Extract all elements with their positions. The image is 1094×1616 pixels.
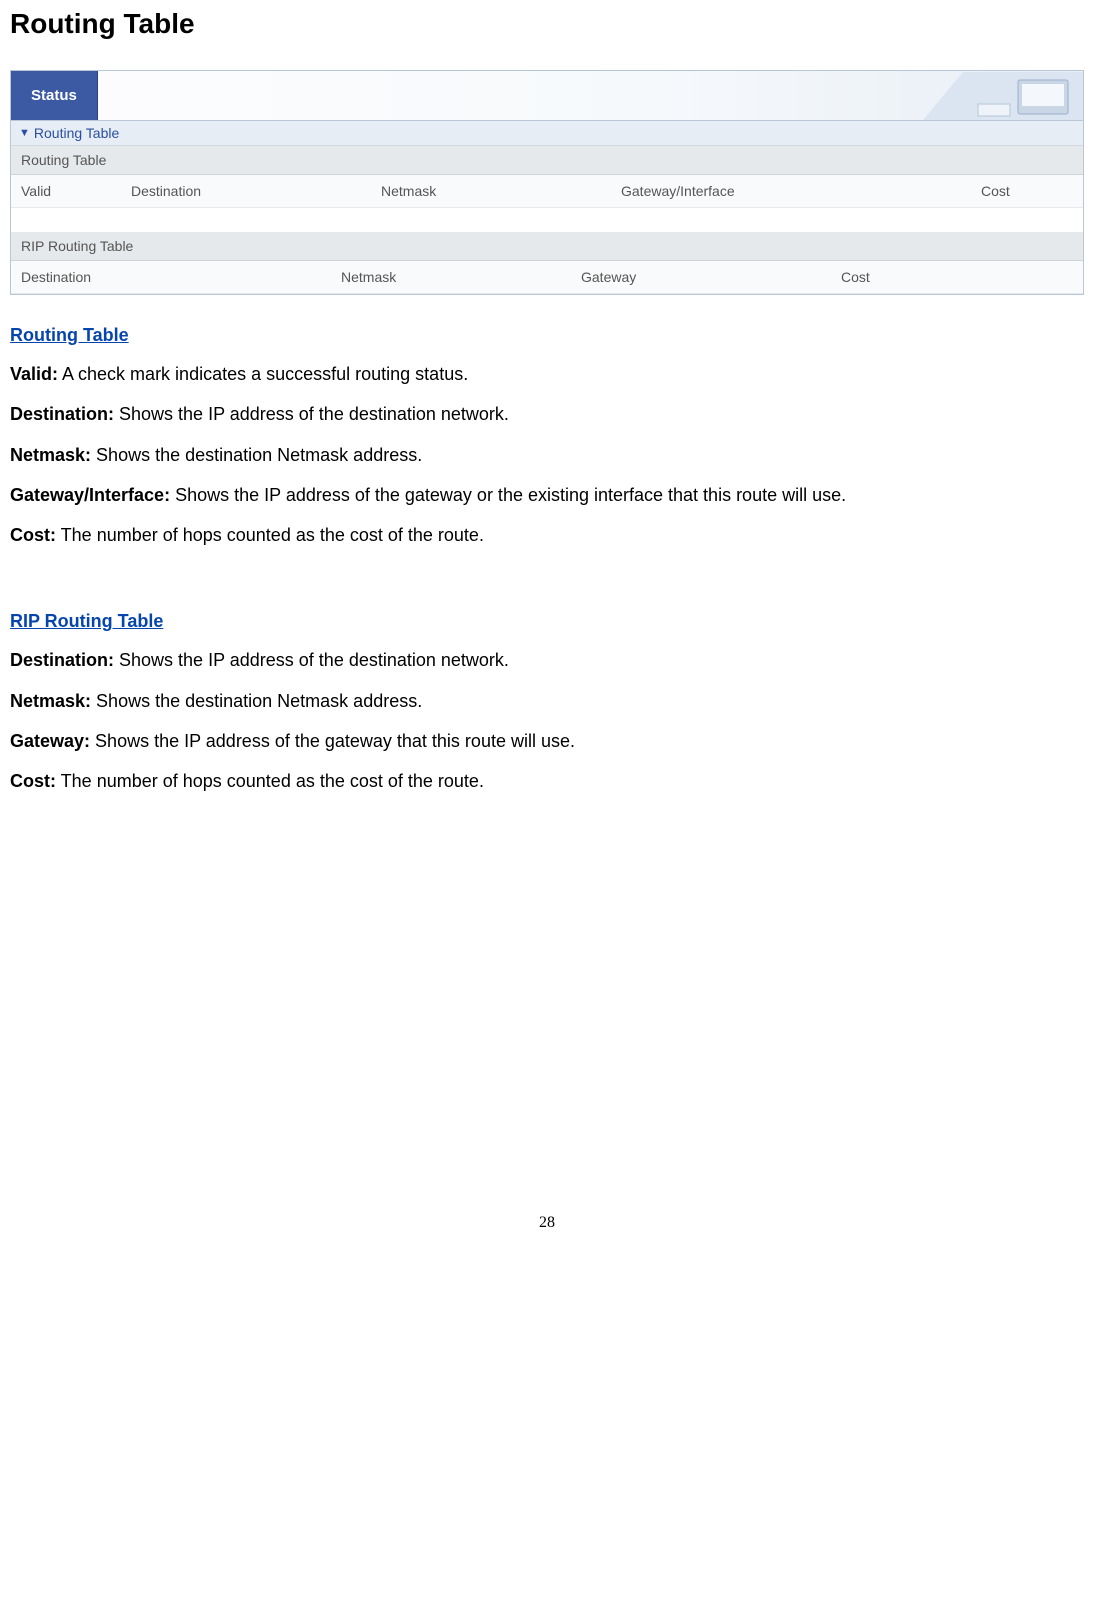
term: Netmask:: [10, 691, 91, 711]
col-gateway-interface: Gateway/Interface: [611, 175, 971, 207]
term: Destination:: [10, 650, 114, 670]
rip-col-gateway: Gateway: [571, 261, 831, 293]
desc: Shows the IP address of the gateway that…: [90, 731, 575, 751]
desc: Shows the IP address of the gateway or t…: [170, 485, 846, 505]
status-panel: Status ▼ Routing Table Routing Table Val…: [10, 70, 1084, 295]
page-title: Routing Table: [10, 8, 1084, 40]
term: Cost:: [10, 525, 56, 545]
def-rip-netmask: Netmask: Shows the destination Netmask a…: [10, 689, 1084, 713]
def-rip-destination: Destination: Shows the IP address of the…: [10, 648, 1084, 672]
term: Gateway:: [10, 731, 90, 751]
term: Gateway/Interface:: [10, 485, 170, 505]
rip-col-destination: Destination: [11, 261, 331, 293]
desc: A check mark indicates a successful rout…: [58, 364, 468, 384]
def-cost: Cost: The number of hops counted as the …: [10, 523, 1084, 547]
col-valid: Valid: [11, 175, 121, 207]
status-tab[interactable]: Status: [11, 71, 98, 120]
rip-table-header-row: Destination Netmask Gateway Cost: [11, 261, 1083, 294]
def-destination: Destination: Shows the IP address of the…: [10, 402, 1084, 426]
def-rip-cost: Cost: The number of hops counted as the …: [10, 769, 1084, 793]
def-valid: Valid: A check mark indicates a successf…: [10, 362, 1084, 386]
doc-section1-title: Routing Table: [10, 325, 1084, 346]
desc: Shows the IP address of the destination …: [114, 650, 509, 670]
term: Cost:: [10, 771, 56, 791]
def-netmask: Netmask: Shows the destination Netmask a…: [10, 443, 1084, 467]
routing-table-section-label: Routing Table: [34, 125, 119, 141]
def-gateway-interface: Gateway/Interface: Shows the IP address …: [10, 483, 1084, 507]
page-number: 28: [10, 1214, 1084, 1242]
desc: The number of hops counted as the cost o…: [56, 771, 484, 791]
term: Valid:: [10, 364, 58, 384]
doc-section2-title: RIP Routing Table: [10, 611, 1084, 632]
rip-col-netmask: Netmask: [331, 261, 571, 293]
def-rip-gateway: Gateway: Shows the IP address of the gat…: [10, 729, 1084, 753]
col-destination: Destination: [121, 175, 371, 207]
chevron-down-icon: ▼: [19, 127, 30, 139]
desc: Shows the destination Netmask address.: [91, 445, 422, 465]
routing-table-subheader: Routing Table: [11, 146, 1083, 175]
decor-image: [923, 71, 1083, 120]
status-bar: Status: [11, 71, 1083, 121]
routing-table-empty: [11, 208, 1083, 232]
desc: Shows the destination Netmask address.: [91, 691, 422, 711]
term: Destination:: [10, 404, 114, 424]
rip-table-subheader: RIP Routing Table: [11, 232, 1083, 261]
routing-table-section-header[interactable]: ▼ Routing Table: [11, 121, 1083, 146]
col-netmask: Netmask: [371, 175, 611, 207]
routing-table-header-row: Valid Destination Netmask Gateway/Interf…: [11, 175, 1083, 208]
desc: The number of hops counted as the cost o…: [56, 525, 484, 545]
col-cost: Cost: [971, 175, 1083, 207]
rip-col-cost: Cost: [831, 261, 1083, 293]
desc: Shows the IP address of the destination …: [114, 404, 509, 424]
term: Netmask:: [10, 445, 91, 465]
